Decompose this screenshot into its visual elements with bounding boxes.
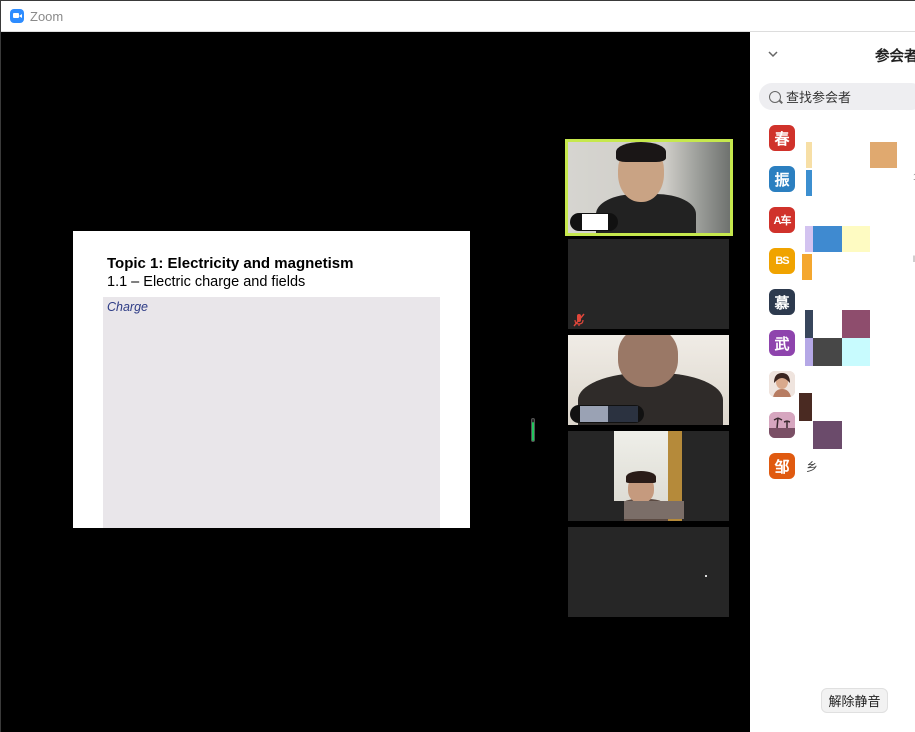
participant-avatar[interactable]: 慕 bbox=[769, 289, 795, 315]
participant-avatar[interactable]: 春 bbox=[769, 125, 795, 151]
participant-avatar[interactable]: 邹 bbox=[769, 453, 795, 479]
window-title: Zoom bbox=[30, 8, 64, 24]
video-tile[interactable] bbox=[568, 239, 729, 329]
search-placeholder: 查找参会者 bbox=[786, 90, 852, 105]
participant-avatar[interactable]: A车 bbox=[769, 207, 795, 233]
slide-content-panel: Charge bbox=[103, 297, 440, 528]
participants-panel: 参会者 查找参会者 春 振 A车 BS 慕 武 邹 l 乡 解除静音 bbox=[750, 32, 915, 732]
audio-level-fill bbox=[532, 422, 534, 441]
video-tile[interactable] bbox=[568, 335, 729, 425]
participant-search-input[interactable]: 查找参会者 bbox=[759, 83, 915, 110]
participant-avatar-photo[interactable] bbox=[769, 412, 795, 438]
participant-avatar[interactable]: 振 bbox=[769, 166, 795, 192]
search-icon bbox=[769, 90, 781, 103]
main-stage: Topic 1: Electricity and magnetism 1.1 –… bbox=[1, 32, 750, 732]
participant-avatar-photo[interactable] bbox=[769, 371, 795, 397]
participant-avatar[interactable]: 武 bbox=[769, 330, 795, 356]
partial-participant-name: 乡 bbox=[806, 460, 819, 474]
video-tile[interactable] bbox=[568, 527, 729, 617]
unmute-all-button[interactable]: 解除静音 bbox=[821, 688, 888, 713]
video-tile[interactable] bbox=[568, 431, 729, 521]
title-bar: Zoom bbox=[1, 1, 915, 32]
audio-level-meter bbox=[531, 418, 535, 442]
zoom-logo-icon bbox=[10, 9, 24, 23]
slide-title: Topic 1: Electricity and magnetism bbox=[107, 255, 354, 272]
slide-panel-label: Charge bbox=[107, 300, 148, 314]
panel-title: 参会者 bbox=[875, 49, 915, 65]
slide-subtitle: 1.1 – Electric charge and fields bbox=[107, 274, 306, 290]
participant-avatar[interactable]: BS bbox=[769, 248, 795, 274]
video-tile-active-speaker[interactable] bbox=[565, 139, 733, 236]
microphone-muted-icon bbox=[573, 313, 585, 327]
chevron-down-icon[interactable] bbox=[767, 48, 779, 60]
shared-screen-slide: Topic 1: Electricity and magnetism 1.1 –… bbox=[73, 231, 470, 528]
zoom-window: Zoom Topic 1: Electricity and magnetism … bbox=[0, 0, 915, 732]
participant-name-badge bbox=[570, 213, 618, 231]
participant-name-badge bbox=[570, 405, 644, 423]
